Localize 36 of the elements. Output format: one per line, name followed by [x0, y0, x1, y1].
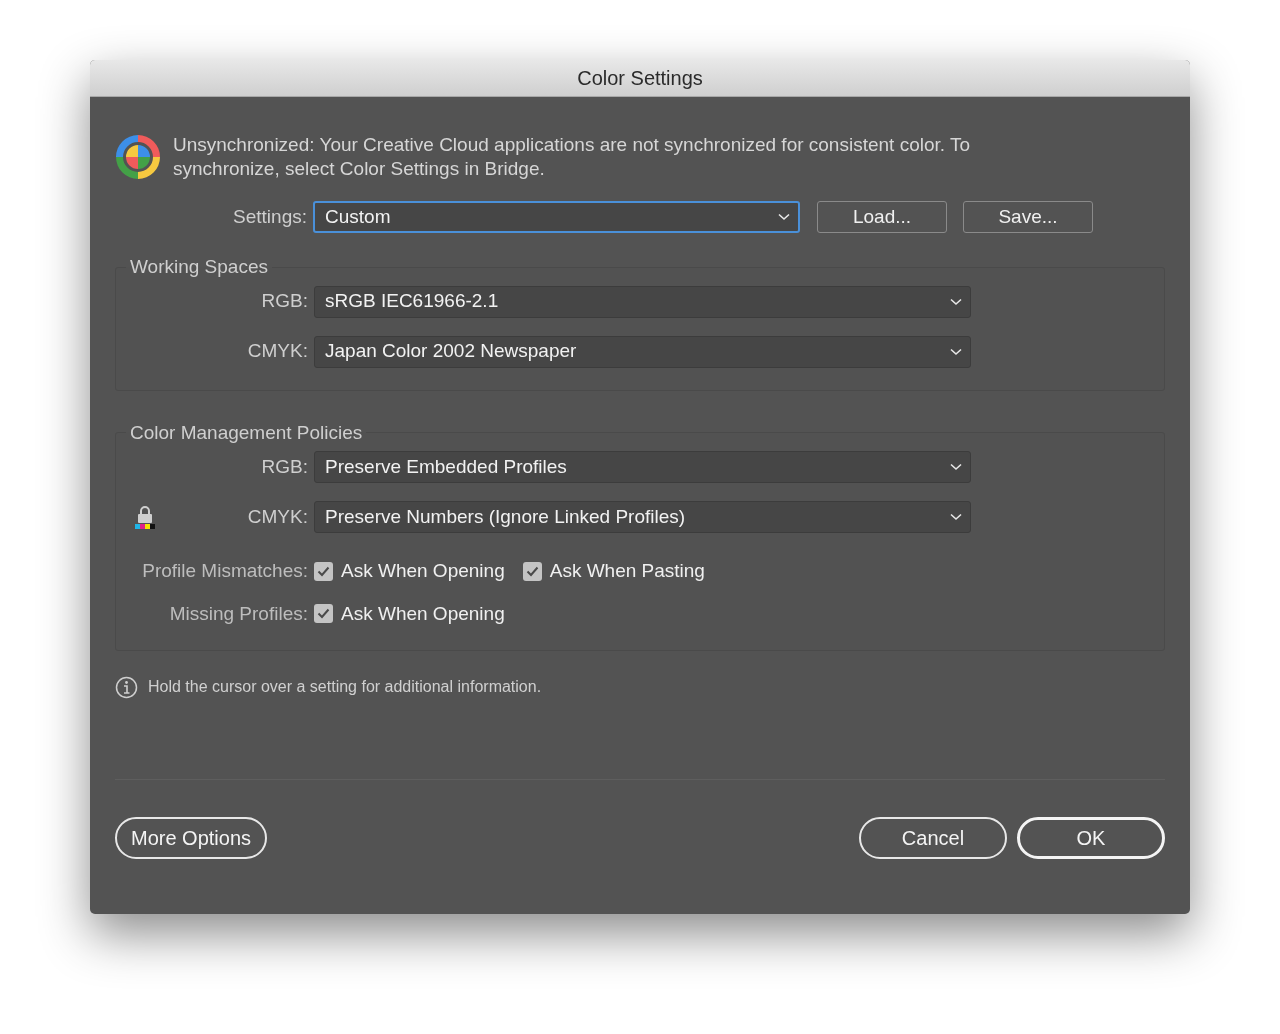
dialog-button[interactable]: Save... — [963, 201, 1093, 233]
dropdown[interactable]: sRGB IEC61966-2.1 — [314, 285, 971, 318]
color-wheel-icon — [115, 134, 161, 180]
checkbox-label: Ask When Opening — [341, 559, 505, 583]
checkbox-label: Ask When Opening — [341, 601, 505, 626]
info-text: Hold the cursor over a setting for additional information. — [148, 677, 542, 697]
dropdown[interactable]: Preserve Embedded Profiles — [314, 451, 971, 483]
dialog-button[interactable]: OK — [1017, 817, 1165, 859]
field-label: RGB: — [261, 289, 308, 314]
chevron-down-icon — [950, 347, 962, 356]
dialog-button[interactable]: Cancel — [859, 817, 1007, 859]
chevron-down-icon — [950, 463, 962, 471]
checkbox-label: Ask When Pasting — [549, 559, 705, 583]
field-label: Profile Mismatches: — [141, 559, 309, 583]
field-label: CMYK: — [247, 339, 308, 364]
checkbox[interactable] — [314, 604, 333, 624]
dialog-button[interactable]: More Options — [115, 817, 268, 859]
chevron-down-icon — [778, 213, 790, 221]
group-title: Color Management Policies — [129, 420, 364, 445]
group-title: Working Spaces — [129, 255, 269, 279]
checkbox[interactable] — [522, 561, 542, 581]
sync-notice: Unsynchronized: Your Creative Cloud applications are not synchronized for consistent color. To synchronize, select Color Settings in Bridge. — [173, 133, 972, 181]
checkbox[interactable] — [314, 561, 333, 581]
dropdown[interactable]: Custom — [313, 201, 800, 233]
field-label: Missing Profiles: — [168, 601, 309, 626]
dropdown[interactable]: Japan Color 2002 Newspaper — [314, 335, 971, 368]
field-label: Settings: — [232, 204, 308, 229]
chevron-down-icon — [950, 513, 962, 521]
field-label: CMYK: — [247, 504, 308, 529]
chevron-down-icon — [950, 297, 962, 306]
field-label: RGB: — [261, 454, 308, 479]
window-title: Color Settings — [577, 66, 703, 91]
lock-icon — [133, 504, 157, 530]
dropdown[interactable]: Preserve Numbers (Ignore Linked Profiles) — [314, 501, 971, 533]
info-icon — [115, 675, 138, 699]
dialog-button[interactable]: Load... — [817, 201, 947, 233]
